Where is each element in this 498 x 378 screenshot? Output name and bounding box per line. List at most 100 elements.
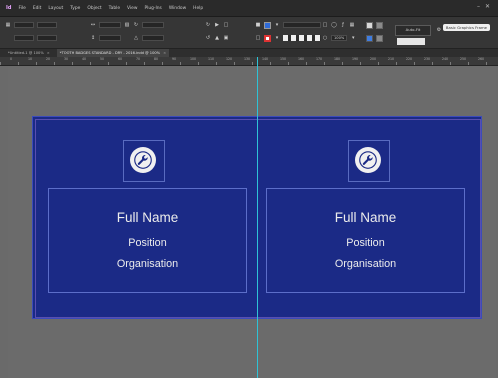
ruler-number: 90 [172,57,177,61]
ruler-number: 70 [136,57,141,61]
vertical-guide[interactable] [257,57,258,378]
reference-point-icon[interactable]: ▦ [5,22,11,28]
frame-fitting-group [366,21,383,42]
position-text[interactable]: Position [267,237,464,249]
select-content-icon[interactable]: ▣ [223,35,229,41]
stroke-weight-field[interactable] [283,22,321,28]
ruler-number: 220 [406,57,413,61]
chevron-down-icon[interactable]: ▾ [350,35,356,41]
full-name-text[interactable]: Full Name [267,210,464,225]
menu-type[interactable]: Type [70,6,80,11]
document-tab-active[interactable]: *TOOTH BADGES STANDARD - DRY - 2016.indd… [56,49,170,57]
scale-y-icon: ↕ [90,35,96,41]
menu-help[interactable]: Help [193,6,203,11]
opacity-icon: ○ [322,35,328,41]
shear-icon: △ [134,35,138,41]
shear-field[interactable] [142,35,164,41]
ruler-number: 200 [370,57,377,61]
ruler-number: 50 [100,57,105,61]
fx-icon[interactable]: ƒ [340,22,346,28]
text-frame[interactable]: Full Name Position Organisation [48,188,247,293]
transform-group: ↻ ▶ □ ↺ ▲ ▣ [205,21,229,42]
ruler-number: 110 [208,57,215,61]
scale-group: ↔ ▧ ↻ ↕ △ [90,21,164,42]
fit-content-icon[interactable] [366,21,373,29]
ruler-number: 150 [280,57,287,61]
tab-label: *TOOTH BADGES STANDARD - DRY - 2016.indd… [59,51,161,55]
autofit-button[interactable]: Auto-Fit [395,25,431,36]
chevron-down-icon[interactable]: ▾ [274,35,280,41]
select-container-icon[interactable]: □ [223,22,229,28]
opacity-field[interactable]: 100% [331,35,348,41]
close-icon[interactable]: ✕ [485,3,490,10]
window-controls: – ✕ [477,3,490,10]
badge-card[interactable]: Full Name Position Organisation [257,117,481,317]
app-logo: Id [6,5,12,11]
ruler-number: 0 [10,57,13,61]
chevron-down-icon[interactable]: ▾ [274,22,280,28]
ruler-number: 160 [298,57,305,61]
organisation-text[interactable]: Organisation [49,258,246,270]
ruler-number: 230 [424,57,431,61]
frame-fitting-field[interactable] [397,38,425,45]
text-wrap-icon[interactable]: ▦ [349,22,355,28]
fit-frame-icon[interactable] [376,21,383,29]
ruler-number: 40 [82,57,87,61]
center-content-icon[interactable] [366,34,373,42]
menu-view[interactable]: View [127,6,137,11]
menu-object[interactable]: Object [87,6,101,11]
document-tabbar: *Untitled-1 @ 100% × *TOOTH BADGES STANDA… [0,49,498,57]
constrain-icon[interactable]: ▧ [124,22,130,28]
horizontal-ruler[interactable]: 0 10 20 30 40 50 60 70 80 90 100 110 120… [0,57,498,66]
reference-point-group: ▦ [5,21,57,42]
ruler-number: 80 [154,57,159,61]
scale-x-field[interactable] [99,22,121,28]
menu-layout[interactable]: Layout [48,6,63,11]
scale-y-field[interactable] [99,35,121,41]
x-field[interactable] [14,22,34,28]
organisation-text[interactable]: Organisation [267,258,464,270]
effects-icon[interactable]: ◯ [331,22,337,28]
fill-swatch[interactable] [264,21,271,29]
logo-badge[interactable] [355,147,381,173]
menu-table[interactable]: Table [109,6,120,11]
rotate-cw-icon[interactable]: ↻ [205,22,211,28]
drop-shadow-icon[interactable]: □ [322,22,328,28]
badge-card[interactable]: Full Name Position Organisation [33,117,257,317]
ruler-number: 10 [28,57,33,61]
full-name-text[interactable]: Full Name [49,210,246,225]
stroke-icon: □ [255,35,261,41]
minimize-icon[interactable]: – [477,3,480,10]
y-field[interactable] [14,35,34,41]
ruler-number: 140 [262,57,269,61]
logo-badge[interactable] [130,147,156,173]
menu-bar: Id File Edit Layout Type Object Table Vi… [0,0,498,17]
close-icon[interactable]: × [163,51,166,55]
rotate-ccw-icon[interactable]: ↺ [205,35,211,41]
close-icon[interactable]: × [47,51,50,55]
stroke-swatch[interactable] [264,34,271,42]
document-tab[interactable]: *Untitled-1 @ 100% × [5,49,53,57]
rotate-field[interactable] [142,22,164,28]
ruler-number: 20 [46,57,51,61]
menu-plugins[interactable]: Plug-Ins [144,6,161,11]
fill-frame-icon[interactable] [376,34,383,42]
flip-v-icon[interactable]: ▲ [214,35,220,41]
flip-h-icon[interactable]: ▶ [214,22,220,28]
w-field[interactable] [37,22,57,28]
menu-file[interactable]: File [18,6,25,11]
position-text[interactable]: Position [49,237,246,249]
ruler-number: 260 [478,57,485,61]
stroke-type-dropdown[interactable] [283,35,321,41]
fill-icon: ■ [255,22,261,28]
menu-window[interactable]: Window [169,6,186,11]
menu-edit[interactable]: Edit [33,6,42,11]
settings-icon[interactable]: ⚙ [436,27,442,33]
ruler-number: 60 [118,57,123,61]
wrench-icon [134,151,152,169]
ruler-number: 190 [352,57,359,61]
text-frame[interactable]: Full Name Position Organisation [266,188,465,293]
h-field[interactable] [37,35,57,41]
workspace-switcher[interactable]: Basic Graphics Frame [442,24,490,31]
fill-stroke-group: ■ ▾ □ ▾ [255,21,321,42]
